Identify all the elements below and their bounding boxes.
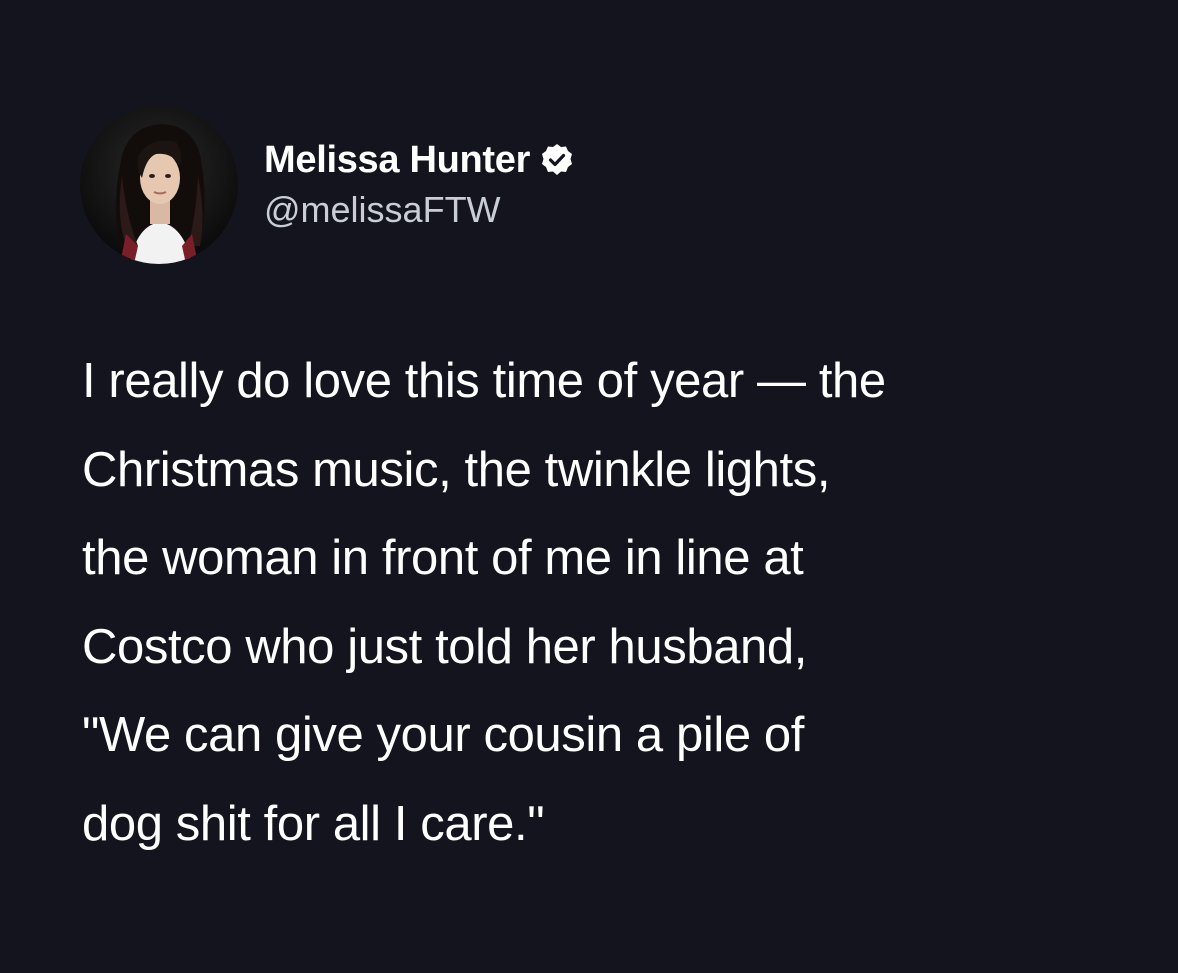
display-name[interactable]: Melissa Hunter (264, 137, 530, 183)
profile-photo-icon (80, 106, 238, 264)
tweet-text-line: I really do love this time of year — the (82, 354, 886, 408)
tweet-text: I really do love this time of year — the… (82, 337, 1122, 868)
author-handle[interactable]: @melissaFTW (264, 187, 574, 233)
avatar[interactable] (80, 106, 238, 264)
tweet-header: Melissa Hunter @melissaFTW (80, 105, 574, 265)
tweet-text-line: dog shit for all I care." (82, 796, 545, 851)
tweet-card: Melissa Hunter @melissaFTW I really do l… (0, 0, 1178, 973)
display-name-row: Melissa Hunter (264, 137, 574, 183)
tweet-text-line: the woman in front of me in line at (82, 531, 804, 585)
verified-badge-icon (540, 143, 574, 177)
author-names: Melissa Hunter @melissaFTW (264, 137, 574, 233)
tweet-text-line: Costco who just told her husband, (82, 619, 807, 674)
tweet-text-line: Christmas music, the twinkle lights, (82, 442, 831, 497)
tweet-text-line: "We can give your cousin a pile of (82, 708, 804, 762)
